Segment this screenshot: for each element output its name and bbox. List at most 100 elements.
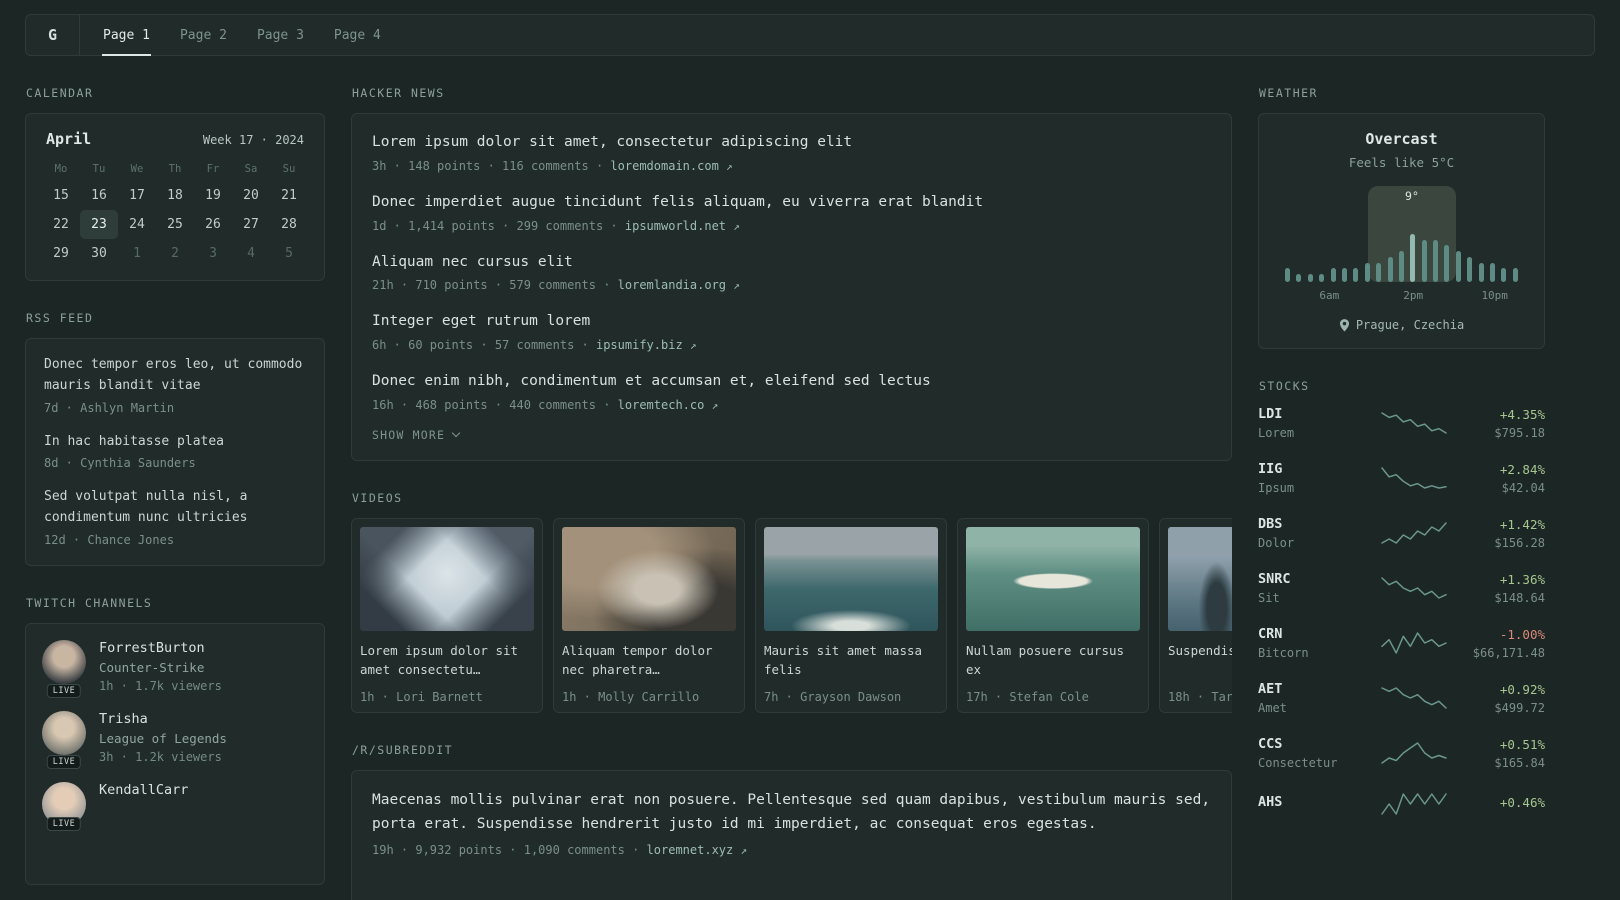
video-card[interactable]: Nullam posuere cursus ex 17h · Stefan Co… [957, 517, 1149, 713]
reddit-post: Maecenas mollis pulvinar erat non posuer… [372, 789, 1211, 857]
stock-row[interactable]: DBS Dolor +1.42% $156.28 [1258, 516, 1545, 550]
tab-page-1[interactable]: Page 1 [88, 15, 165, 56]
videos-row: Lorem ipsum dolor sit amet consectetu… 1… [351, 517, 1232, 713]
calendar-days-grid: 15 16 17 18 19 20 21 22 23 24 25 26 27 28 29 30 1 2 3 4 5 [42, 181, 308, 268]
hn-item-stats: 16h · 468 points · 440 comments · [372, 397, 611, 412]
stock-sparkline [1381, 791, 1447, 817]
calendar-day: 20 [243, 188, 259, 203]
twitch-channel-name[interactable]: KendallCarr [99, 782, 188, 798]
tab-page-2[interactable]: Page 2 [165, 15, 242, 55]
calendar-day: 22 [53, 217, 69, 232]
tab-page-4[interactable]: Page 4 [319, 15, 396, 55]
stock-figures: +2.84% $42.04 [1457, 462, 1545, 495]
hn-item-title[interactable]: Donec imperdiet augue tincidunt felis al… [372, 192, 1211, 214]
video-card[interactable]: Suspendisse diam 18h · Tara [1159, 517, 1232, 713]
calendar-day: 15 [53, 188, 69, 203]
twitch-channel-row[interactable]: LIVE ForrestBurton Counter-Strike 1h · 1… [42, 639, 308, 698]
video-meta: 17h · Stefan Cole [966, 689, 1089, 704]
rss-item-title[interactable]: Sed volutpat nulla nisl, a condimentum n… [44, 487, 306, 529]
hn-domain-text: loremtech.co [617, 397, 705, 412]
video-card[interactable]: Lorem ipsum dolor sit amet consectetu… 1… [351, 517, 543, 713]
reddit-post-title[interactable]: Maecenas mollis pulvinar erat non posuer… [372, 789, 1211, 837]
hn-item-domain[interactable]: loremdomain.com ↗ [610, 159, 732, 173]
rss-item-title[interactable]: In hac habitasse platea [44, 432, 306, 453]
rss-item: In hac habitasse platea 8d · Cynthia Sau… [44, 432, 306, 471]
hackernews-show-more-button[interactable]: SHOW MORE [372, 428, 1211, 442]
weather-bar [1353, 268, 1359, 282]
reddit-post-stats: 19h · 9,932 points · 1,090 comments · [372, 842, 640, 857]
stock-row[interactable]: CCS Consectetur +0.51% $165.84 [1258, 736, 1545, 770]
tab-page-3[interactable]: Page 3 [242, 15, 319, 55]
calendar-day: 27 [243, 217, 259, 232]
stock-row[interactable]: AHS +0.46% [1258, 791, 1545, 817]
stock-name: Consectetur [1258, 756, 1338, 770]
weather-bar [1364, 263, 1370, 282]
weather-bar [1444, 245, 1450, 282]
stocks-widget: STOCKS LDI Lorem +4.35% $795.18 IIG Ipsu… [1258, 379, 1545, 817]
hn-item: Aliquam nec cursus elit 21h · 710 points… [372, 252, 1211, 293]
weather-widget: WEATHER Overcast Feels like 5°C 9° 6am 2… [1258, 86, 1545, 349]
hn-item-title[interactable]: Lorem ipsum dolor sit amet, consectetur … [372, 132, 1211, 154]
stock-row[interactable]: CRN Bitcorn -1.00% $66,171.48 [1258, 626, 1545, 660]
stock-sparkline [1381, 685, 1447, 711]
stock-figures: +0.51% $165.84 [1457, 737, 1545, 770]
video-thumbnail[interactable] [562, 526, 736, 631]
weather-hour-label: 6am [1319, 289, 1340, 302]
stock-sparkline [1381, 410, 1447, 436]
video-thumbnail[interactable] [1168, 526, 1232, 631]
chevron-down-icon [451, 429, 461, 438]
hn-domain-text: ipsumify.biz [595, 338, 683, 352]
stock-row[interactable]: SNRC Sit +1.36% $148.64 [1258, 571, 1545, 605]
calendar-card: April Week 17 · 2024 Mo Tu We Th Fr Sa Su 15 16… [25, 113, 325, 281]
calendar-dow: Fr [206, 163, 220, 175]
weather-card: Overcast Feels like 5°C 9° 6am 2pm 10pm … [1258, 113, 1545, 349]
hn-item-domain[interactable]: ipsumworld.net ↗ [625, 219, 740, 233]
hn-item-title[interactable]: Aliquam nec cursus elit [372, 252, 1211, 274]
calendar-day: 2 [171, 246, 179, 261]
twitch-channel-meta: 3h · 1.2k viewers [99, 749, 222, 764]
weather-bars [1285, 234, 1518, 282]
stock-identity: AET Amet [1258, 681, 1371, 715]
hn-item-domain[interactable]: ipsumify.biz ↗ [596, 338, 697, 352]
twitch-channel-row[interactable]: LIVE KendallCarr [42, 781, 308, 831]
rss-item-title[interactable]: Donec tempor eros leo, ut commodo mauris… [44, 355, 306, 397]
video-card[interactable]: Aliquam tempor dolor nec pharetra… 1h · … [553, 517, 745, 713]
video-thumbnail[interactable] [764, 526, 938, 631]
weather-highlight-temp: 9° [1405, 189, 1419, 203]
topbar: G Page 1 Page 2 Page 3 Page 4 [25, 14, 1595, 56]
video-title: Aliquam tempor dolor nec pharetra… [562, 642, 713, 678]
reddit-post-domain[interactable]: loremnet.xyz ↗ [647, 843, 748, 857]
twitch-channel-game: League of Legends [99, 730, 227, 746]
twitch-channel-row[interactable]: LIVE Trisha League of Legends 3h · 1.2k … [42, 710, 308, 769]
video-title: Nullam posuere cursus ex [966, 642, 1125, 678]
hn-item-stats: 3h · 148 points · 116 comments · [372, 158, 604, 173]
calendar-dow: Th [168, 163, 182, 175]
hn-item-title[interactable]: Integer eget rutrum lorem [372, 311, 1211, 333]
app-logo[interactable]: G [26, 15, 80, 55]
stock-row[interactable]: IIG Ipsum +2.84% $42.04 [1258, 461, 1545, 495]
hn-item-meta: 1d · 1,414 points · 299 comments · ipsum… [372, 219, 1211, 233]
stock-row[interactable]: LDI Lorem +4.35% $795.18 [1258, 406, 1545, 440]
twitch-avatar-wrap: LIVE [42, 781, 86, 831]
stock-sparkline [1381, 575, 1447, 601]
hn-item-domain[interactable]: loremlandia.org ↗ [618, 278, 740, 292]
stock-identity: AHS [1258, 794, 1371, 814]
right-column: WEATHER Overcast Feels like 5°C 9° 6am 2… [1258, 86, 1545, 847]
stock-figures: +1.36% $148.64 [1457, 572, 1545, 605]
avatar [42, 710, 86, 755]
twitch-channel-name[interactable]: Trisha [99, 711, 227, 727]
twitch-channel-name[interactable]: ForrestBurton [99, 640, 222, 656]
video-thumbnail[interactable] [966, 526, 1140, 631]
stock-figures: +4.35% $795.18 [1457, 407, 1545, 440]
stock-row[interactable]: AET Amet +0.92% $499.72 [1258, 681, 1545, 715]
calendar-dow: Tu [92, 163, 106, 175]
stock-change: +2.84% [1499, 461, 1545, 477]
video-card[interactable]: Mauris sit amet massa felis 7h · Grayson… [755, 517, 947, 713]
video-thumbnail[interactable] [360, 526, 534, 631]
calendar-widget: CALENDAR April Week 17 · 2024 Mo Tu We Th Fr… [25, 86, 325, 281]
hackernews-heading: HACKER NEWS [352, 86, 445, 100]
stock-price: $66,171.48 [1472, 645, 1545, 660]
hackernews-card: Lorem ipsum dolor sit amet, consectetur … [351, 113, 1232, 461]
hn-item-domain[interactable]: loremtech.co ↗ [618, 398, 719, 412]
hn-item-title[interactable]: Donec enim nibh, condimentum et accumsan… [372, 371, 1211, 393]
